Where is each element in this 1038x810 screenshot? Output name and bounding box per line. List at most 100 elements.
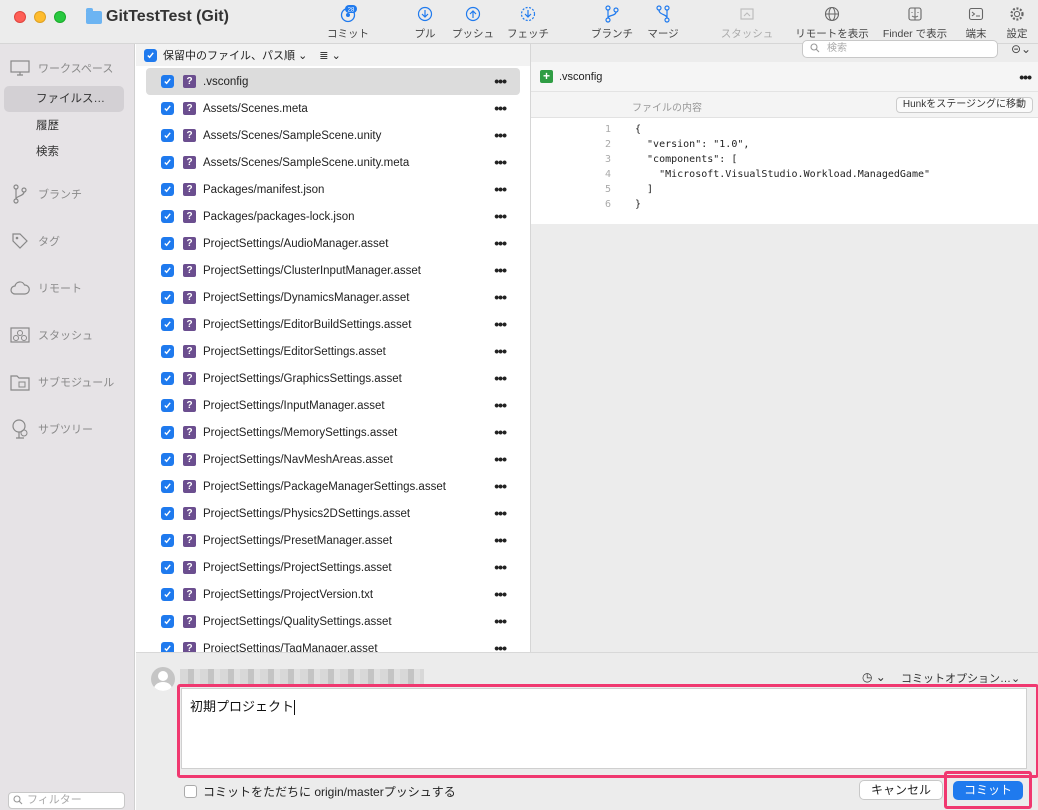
sidebar-item-search[interactable]: 検索	[4, 139, 124, 165]
file-stage-checkbox[interactable]	[161, 318, 174, 331]
sidebar-section-stashes[interactable]: スタッシュ	[10, 325, 93, 345]
file-menu-button[interactable]: •••	[494, 290, 507, 304]
sidebar-section-submodules[interactable]: サブモジュール	[10, 372, 114, 392]
file-stage-checkbox[interactable]	[161, 480, 174, 493]
file-menu-button[interactable]: •••	[494, 182, 507, 196]
file-row[interactable]: ? Packages/manifest.json •••	[146, 176, 520, 203]
stash-button[interactable]: スタッシュ	[720, 2, 774, 42]
terminal-button[interactable]: 端末	[962, 2, 990, 42]
file-menu-button[interactable]: •••	[494, 128, 507, 142]
file-menu-button[interactable]: •••	[494, 155, 507, 169]
file-row[interactable]: ? ProjectSettings/EditorSettings.asset •••	[146, 338, 520, 365]
file-menu-button[interactable]: •••	[494, 533, 507, 547]
show-remote-button[interactable]: リモートを表示	[795, 2, 869, 42]
file-stage-checkbox[interactable]	[161, 588, 174, 601]
cancel-button[interactable]: キャンセル	[859, 780, 943, 800]
file-row[interactable]: ? .vsconfig •••	[146, 68, 520, 95]
stage-hunk-button[interactable]: Hunkをステージングに移動	[895, 97, 1033, 113]
diff-file-menu-button[interactable]: •••	[1019, 70, 1032, 84]
sidebar-section-remotes[interactable]: リモート	[10, 278, 82, 298]
merge-button[interactable]: マージ	[643, 2, 683, 42]
file-menu-button[interactable]: •••	[494, 641, 507, 652]
sidebar-section-tags[interactable]: タグ	[10, 231, 60, 251]
file-stage-checkbox[interactable]	[161, 210, 174, 223]
pull-button[interactable]: プル	[408, 2, 442, 42]
file-stage-checkbox[interactable]	[161, 642, 174, 652]
file-menu-button[interactable]: •••	[494, 74, 507, 88]
sidebar-section-branches[interactable]: ブランチ	[10, 184, 82, 204]
file-stage-checkbox[interactable]	[161, 102, 174, 115]
file-row[interactable]: ? ProjectSettings/Physics2DSettings.asset…	[146, 500, 520, 527]
file-menu-button[interactable]: •••	[494, 317, 507, 331]
file-stage-checkbox[interactable]	[161, 453, 174, 466]
file-menu-button[interactable]: •••	[494, 209, 507, 223]
file-stage-checkbox[interactable]	[161, 345, 174, 358]
file-menu-button[interactable]: •••	[494, 425, 507, 439]
file-row[interactable]: ? ProjectSettings/ClusterInputManager.ass…	[146, 257, 520, 284]
minimize-window-button[interactable]	[34, 11, 46, 23]
file-stage-checkbox[interactable]	[161, 507, 174, 520]
file-row[interactable]: ? ProjectSettings/GraphicsSettings.asset •…	[146, 365, 520, 392]
file-row[interactable]: ? Assets/Scenes/SampleScene.unity.meta •••	[146, 149, 520, 176]
file-row[interactable]: ? ProjectSettings/MemorySettings.asset •••	[146, 419, 520, 446]
close-window-button[interactable]	[14, 11, 26, 23]
file-menu-button[interactable]: •••	[494, 371, 507, 385]
push-button[interactable]: プッシュ	[450, 2, 496, 42]
file-menu-button[interactable]: •••	[494, 479, 507, 493]
file-menu-button[interactable]: •••	[494, 506, 507, 520]
sidebar-section-subtrees[interactable]: サブツリー	[10, 419, 93, 439]
file-row[interactable]: ? ProjectSettings/AudioManager.asset •••	[146, 230, 520, 257]
file-row[interactable]: ? ProjectSettings/PresetManager.asset •••	[146, 527, 520, 554]
file-menu-button[interactable]: •••	[494, 236, 507, 250]
file-menu-button[interactable]: •••	[494, 263, 507, 277]
settings-button[interactable]: 設定	[1003, 2, 1031, 42]
sidebar-item-file-status[interactable]: ファイルス…	[4, 86, 124, 112]
select-all-checkbox[interactable]	[144, 48, 157, 62]
file-row[interactable]: ? ProjectSettings/NavMeshAreas.asset •••	[146, 446, 520, 473]
file-menu-button[interactable]: •••	[494, 587, 507, 601]
file-row[interactable]: ? ProjectSettings/ProjectSettings.asset ••…	[146, 554, 520, 581]
file-menu-button[interactable]: •••	[494, 614, 507, 628]
file-row[interactable]: ? ProjectSettings/TagManager.asset •••	[146, 635, 520, 652]
file-stage-checkbox[interactable]	[161, 615, 174, 628]
sidebar-section-workspace[interactable]: ワークスペース	[10, 58, 113, 78]
file-stage-checkbox[interactable]	[161, 534, 174, 547]
file-stage-checkbox[interactable]	[161, 372, 174, 385]
file-stage-checkbox[interactable]	[161, 183, 174, 196]
commit-toolbar-button[interactable]: 28 コミット	[326, 2, 370, 42]
file-menu-button[interactable]: •••	[494, 452, 507, 466]
file-menu-button[interactable]: •••	[494, 344, 507, 358]
show-in-finder-button[interactable]: Finder で表示	[880, 2, 950, 42]
file-stage-checkbox[interactable]	[161, 264, 174, 277]
file-row[interactable]: ? Assets/Scenes/SampleScene.unity •••	[146, 122, 520, 149]
file-menu-button[interactable]: •••	[494, 560, 507, 574]
file-menu-button[interactable]: •••	[494, 101, 507, 115]
sidebar-item-history[interactable]: 履歴	[4, 113, 124, 139]
branch-button[interactable]: ブランチ	[589, 2, 635, 42]
sort-mode-dropdown[interactable]: 保留中のファイル、パス順 ⌄	[163, 47, 307, 63]
file-stage-checkbox[interactable]	[161, 129, 174, 142]
file-stage-checkbox[interactable]	[161, 237, 174, 250]
list-view-options-button[interactable]: ≣ ⌄	[319, 49, 341, 62]
file-menu-button[interactable]: •••	[494, 398, 507, 412]
file-stage-checkbox[interactable]	[161, 156, 174, 169]
diff-options-button[interactable]: ⊝⌄	[1011, 42, 1031, 56]
file-row[interactable]: ? ProjectSettings/QualitySettings.asset ••…	[146, 608, 520, 635]
file-row[interactable]: ? Assets/Scenes.meta •••	[146, 95, 520, 122]
file-row[interactable]: ? ProjectSettings/PackageManagerSettings.…	[146, 473, 520, 500]
file-row[interactable]: ? ProjectSettings/ProjectVersion.txt •••	[146, 581, 520, 608]
commit-button[interactable]: コミット	[953, 781, 1023, 800]
file-row[interactable]: ? ProjectSettings/InputManager.asset •••	[146, 392, 520, 419]
search-input[interactable]: 検索	[802, 40, 998, 58]
zoom-window-button[interactable]	[54, 11, 66, 23]
file-stage-checkbox[interactable]	[161, 75, 174, 88]
file-stage-checkbox[interactable]	[161, 426, 174, 439]
file-row[interactable]: ? ProjectSettings/EditorBuildSettings.ass…	[146, 311, 520, 338]
file-row[interactable]: ? Packages/packages-lock.json •••	[146, 203, 520, 230]
commit-history-button[interactable]: ◷ ⌄	[862, 670, 886, 684]
file-stage-checkbox[interactable]	[161, 291, 174, 304]
file-stage-checkbox[interactable]	[161, 561, 174, 574]
file-stage-checkbox[interactable]	[161, 399, 174, 412]
file-row[interactable]: ? ProjectSettings/DynamicsManager.asset ••…	[146, 284, 520, 311]
push-immediately-checkbox[interactable]: コミットをただちに origin/masterプッシュする	[184, 783, 456, 800]
